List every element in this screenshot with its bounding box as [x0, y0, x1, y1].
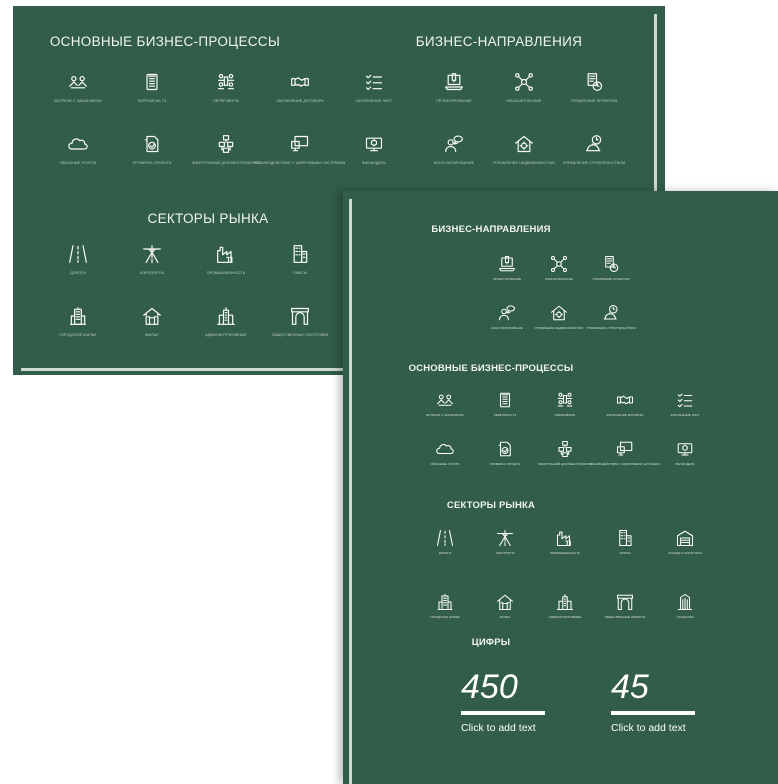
icon-tile: ОБЩЕСТВЕННЫЕ ПОСТРОЙКИ	[255, 306, 345, 337]
icon-tile: BIM-МОДЕЛЬ	[329, 134, 419, 165]
icon-tile: СКЛАДЫ И ЛОГИСТИКА	[650, 529, 720, 555]
arch-icon	[255, 306, 345, 326]
icon-tile: УПРАВЛЕНИЕ СТРОИТЕЛЬСТВОМ	[576, 304, 646, 330]
icon-tile: ЗАПОЛНЕНИЕ ЛИСТ	[650, 391, 720, 417]
icon-tile: УПРАВЛЕНИЕ ПРОЕКТОМ	[576, 255, 646, 281]
section-heading: ОСНОВНЫЕ БИЗНЕС-ПРОЦЕССЫ	[408, 363, 574, 374]
stat-block[interactable]: 45 Click to add text	[611, 669, 706, 734]
warehouse-icon	[650, 529, 720, 547]
icon-caption: УПРАВЛЕНИЕ ПРОЕКТОМ	[570, 99, 618, 103]
icon-tile: BIM-МОДЕЛЬ	[650, 440, 720, 466]
office-icon	[255, 244, 345, 264]
icon-caption: BIM-МОДЕЛЬ	[362, 161, 386, 165]
icon-caption: СКЛАДЫ И ЛОГИСТИКА	[668, 551, 702, 555]
section-heading: СЕКТОРЫ РЫНКА	[446, 500, 536, 511]
icon-caption: ЗАПОЛНЕНИЕ ЛИСТ	[355, 99, 393, 103]
stat-value: 450	[461, 668, 518, 706]
bim-model-icon	[329, 134, 419, 154]
stadium-icon	[650, 593, 720, 611]
bim-model-icon	[650, 440, 720, 458]
stat-block[interactable]: 450 Click to add text	[461, 669, 556, 734]
checklist-icon	[329, 72, 419, 92]
slide-thumbnail-front[interactable]: БИЗНЕС-НАПРАВЛЕНИЯ ПРОЕКТИРОВАНИЕ ИЗЫСКАТЕ…	[343, 191, 778, 784]
icon-caption: BIM-МОДЕЛЬ	[675, 462, 695, 466]
icon-tile: УПРАВЛЕНИЕ СТРОИТЕЛЬСТВОМ	[549, 134, 639, 165]
service-clock-icon	[549, 134, 639, 154]
document-clock-icon	[576, 255, 646, 273]
icon-tile: УПРАВЛЕНИЕ ПРОЕКТОМ	[549, 72, 639, 103]
icon-caption: СТАДИОНЫ	[676, 615, 694, 619]
document-clock-icon	[549, 72, 639, 92]
stat-caption-textbox[interactable]: Click to add text	[611, 722, 706, 734]
section-heading: ОСНОВНЫЕ БИЗНЕС-ПРОЦЕССЫ	[49, 34, 281, 49]
section-heading: ЦИФРЫ	[471, 637, 511, 648]
icon-tile: СТАДИОНЫ	[650, 593, 720, 619]
icon-tile: ОФИСЫ	[255, 244, 345, 275]
section-heading: БИЗНЕС-НАПРАВЛЕНИЯ	[431, 224, 551, 235]
stat-caption-textbox[interactable]: Click to add text	[461, 722, 556, 734]
stat-value: 45	[611, 668, 649, 706]
stat-underline	[461, 711, 545, 715]
icon-caption: УПРАВЛЕНИЕ ПРОЕКТОМ	[592, 277, 630, 281]
section-heading: СЕКТОРЫ РЫНКА	[147, 211, 269, 226]
icon-caption: ОБЩЕСТВЕННЫЕ ПОСТРОЙКИ	[271, 333, 329, 337]
service-clock-icon	[576, 304, 646, 322]
icon-caption: ЗАПОЛНЕНИЕ ЛИСТ	[670, 413, 700, 417]
icon-tile: ЗАПОЛНЕНИЕ ЛИСТ	[329, 72, 419, 103]
icon-caption: УПРАВЛЕНИЕ СТРОИТЕЛЬСТВОМ	[586, 326, 636, 330]
stat-underline	[611, 711, 695, 715]
icon-caption: УПРАВЛЕНИЕ СТРОИТЕЛЬСТВОМ	[563, 161, 625, 165]
icon-caption: ОФИСЫ	[292, 271, 308, 275]
section-heading: БИЗНЕС-НАПРАВЛЕНИЯ	[415, 34, 583, 49]
slide-edge	[349, 199, 352, 784]
checklist-icon	[650, 391, 720, 409]
